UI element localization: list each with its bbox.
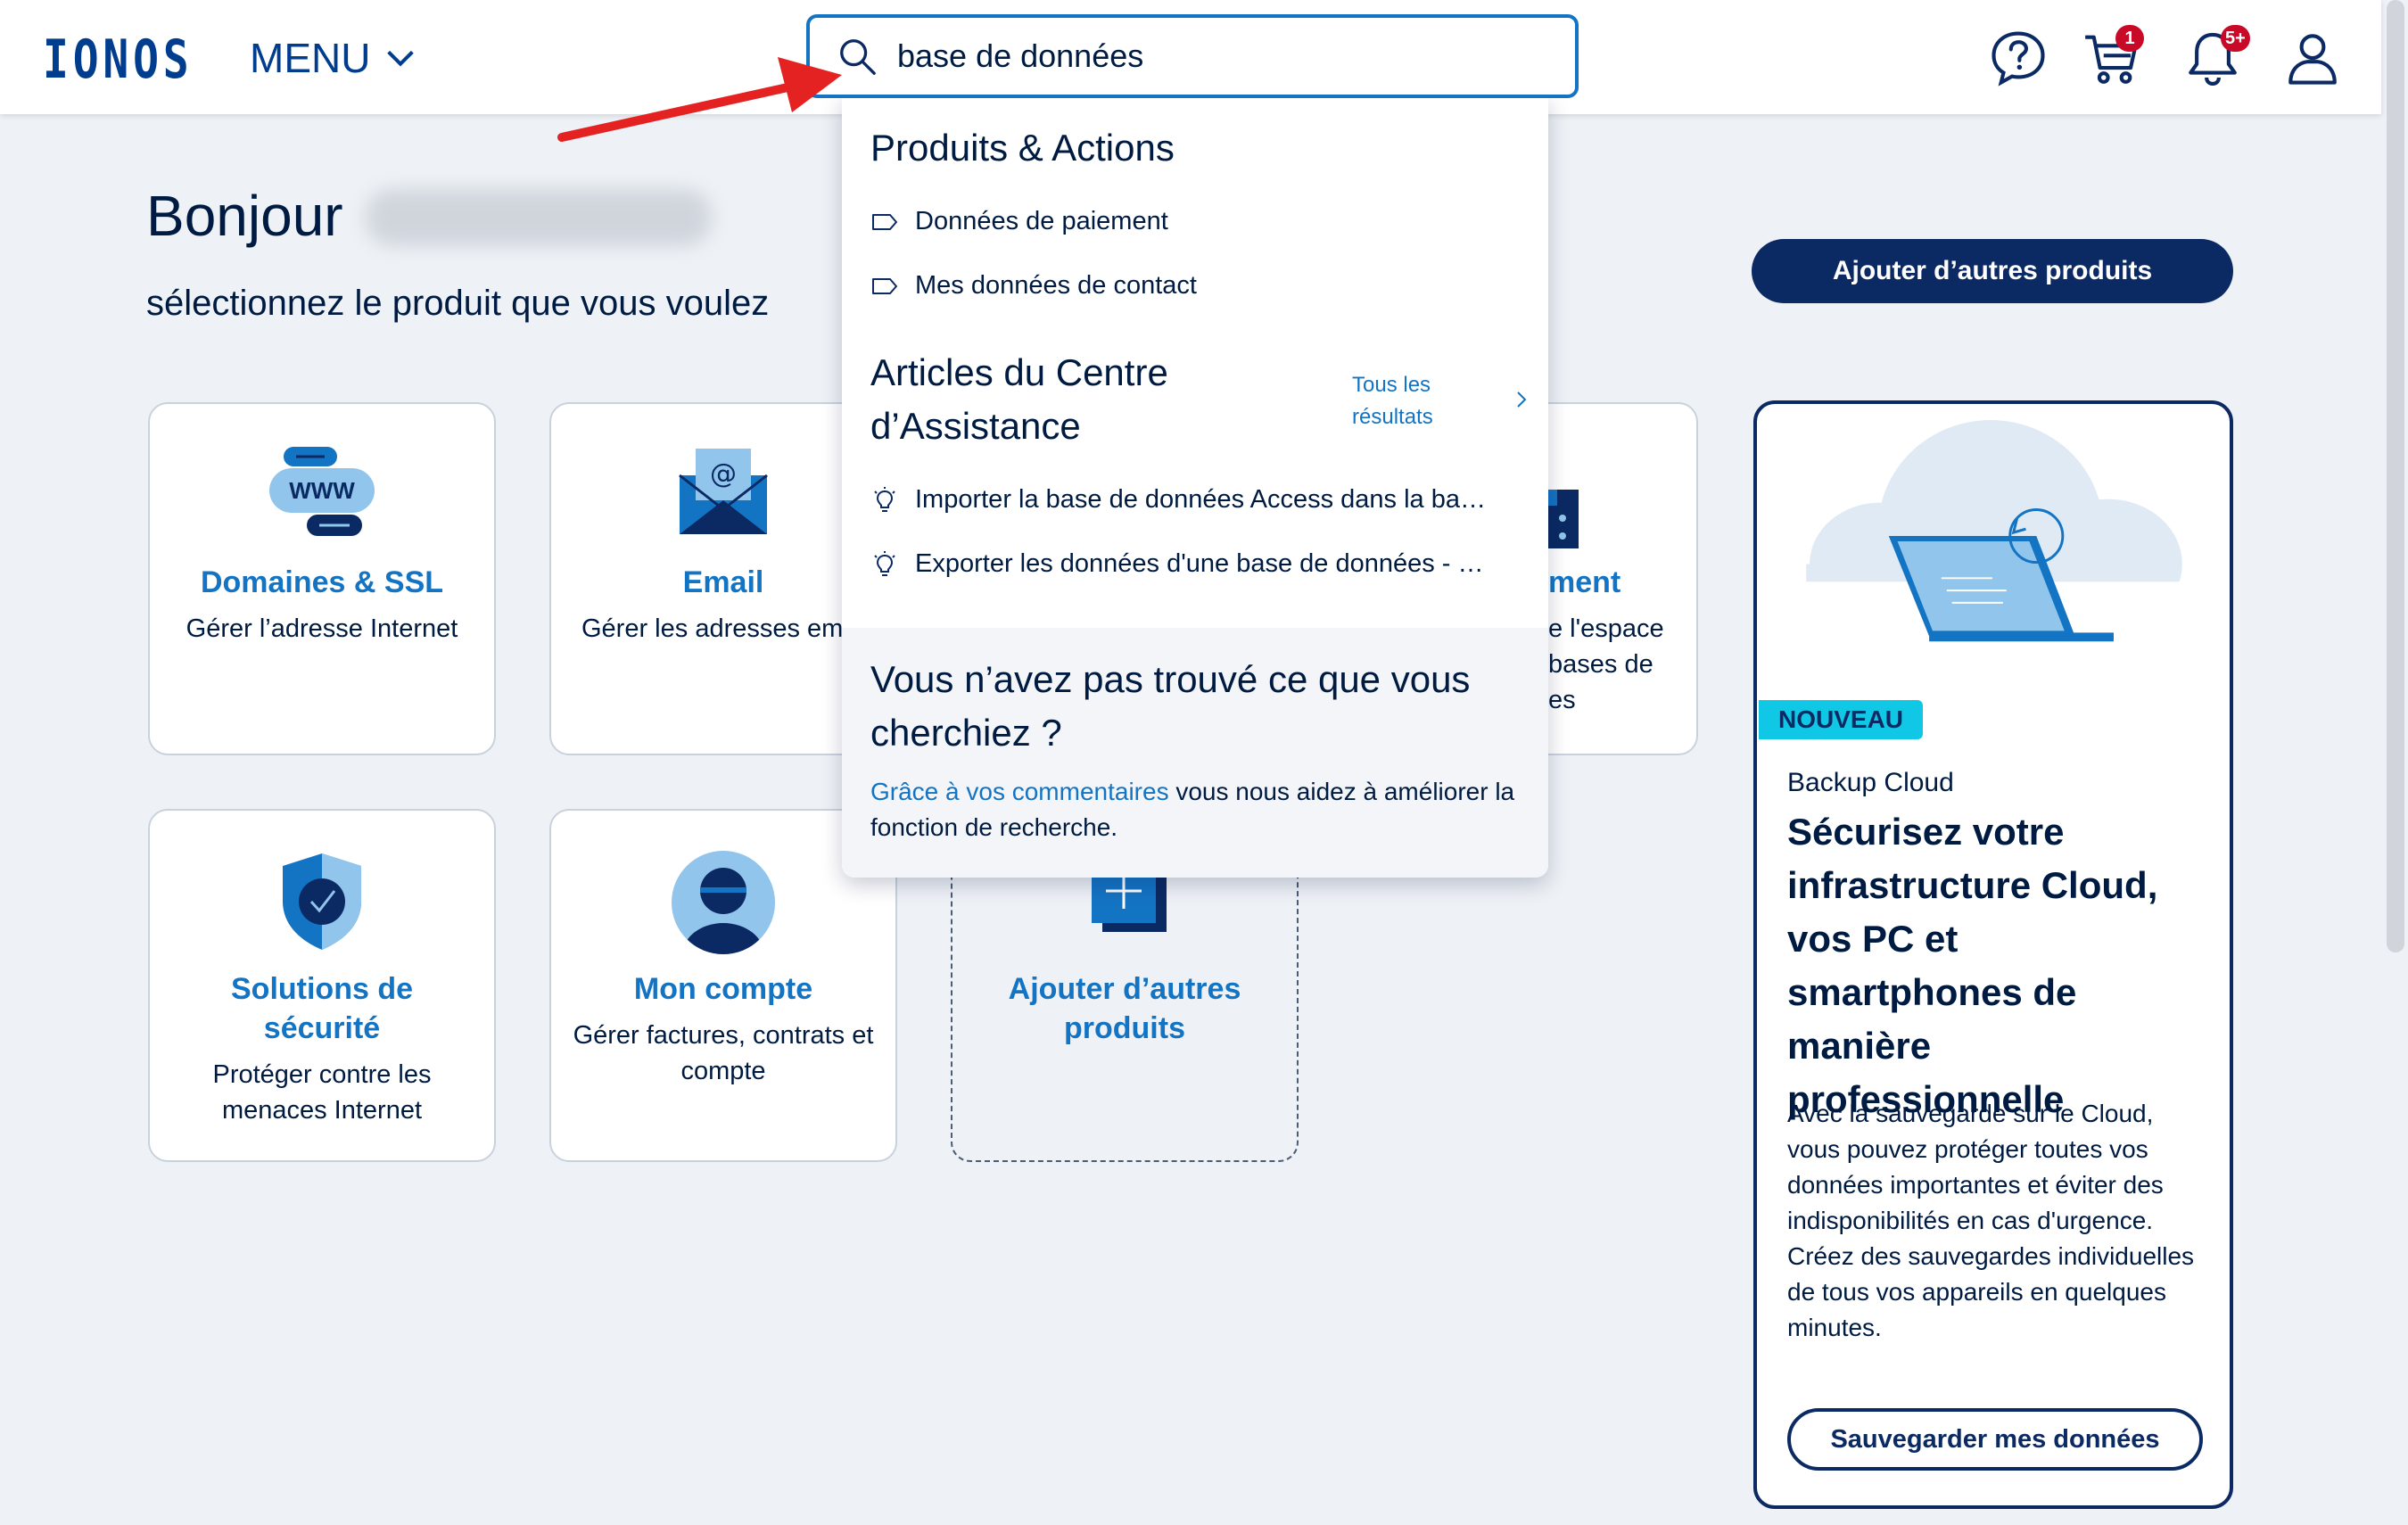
backup-data-button[interactable]: Sauvegarder mes données — [1787, 1408, 2203, 1471]
lightbulb-icon — [874, 550, 895, 576]
help-icon[interactable] — [1989, 29, 2048, 87]
card-description: Protéger contre les menaces Internet — [212, 1060, 432, 1125]
promo-kicker: Backup Cloud — [1787, 768, 1954, 797]
account-icon — [672, 851, 775, 954]
card-title: ment — [1548, 565, 1621, 599]
shield-icon — [283, 853, 361, 950]
add-products-button[interactable]: Ajouter d’autres produits — [1752, 239, 2233, 303]
card-description: Gérer l’adresse Internet — [186, 614, 458, 643]
card-title: Email — [682, 565, 764, 599]
notification-badge: 5+ — [2221, 25, 2250, 52]
www-icon: WWW — [269, 447, 375, 536]
search-value: base de données — [897, 37, 1144, 74]
chevron-right-icon[interactable] — [1511, 389, 1532, 410]
suggestion-label: Données de paiement — [915, 207, 1168, 235]
card-domains-ssl[interactable]: WWW Domaines & SSL Gérer l’adresse Inter… — [148, 402, 496, 755]
suggestion-label: Importer la base de données Access dans … — [915, 485, 1486, 514]
card-security[interactable]: Solutions de sécurité Protéger contre le… — [148, 809, 496, 1162]
card-title: Domaines & SSL — [200, 565, 444, 599]
suggestion-article[interactable]: Importer la base de données Access dans … — [870, 485, 1486, 515]
greeting: Bonjour — [146, 184, 343, 248]
promo-title: Sécurisez votre infrastructure Cloud, vo… — [1787, 811, 2158, 1120]
card-description: Gérer factures, contrats et compte — [573, 1021, 874, 1085]
feedback-section: Vous n’avez pas trouvé ce que vous cherc… — [842, 628, 1548, 878]
chevron-down-icon — [387, 50, 415, 67]
lightbulb-icon — [874, 486, 895, 512]
ionos-logo[interactable]: IONOS — [43, 29, 194, 91]
blurred-username — [366, 189, 712, 246]
search-input[interactable]: base de données — [806, 14, 1579, 98]
new-badge: NOUVEAU — [1759, 700, 1924, 739]
email-icon: @ — [679, 449, 768, 534]
suggestion-action[interactable]: Mes données de contact — [870, 271, 1197, 301]
menu-label: MENU — [250, 35, 371, 81]
feedback-title: Vous n’avez pas trouvé ce que vous cherc… — [870, 658, 1471, 754]
promo-panel: NOUVEAU Backup Cloud Sécurisez votre inf… — [1753, 400, 2233, 1509]
all-results-link[interactable]: Tous les résultats — [1352, 369, 1450, 433]
cloud-backup-illustration — [1757, 419, 2230, 670]
card-description: Gérer les adresses em — [581, 614, 844, 643]
suggestion-article[interactable]: Exporter les données d'une base de donné… — [870, 549, 1484, 579]
feedback-link[interactable]: Grâce à vos commentaires — [870, 778, 1169, 805]
suggestion-label: Mes données de contact — [915, 271, 1197, 300]
suggestion-label: Exporter les données d'une base de donné… — [915, 549, 1484, 578]
feedback-text: Grâce à vos commentaires vous nous aidez… — [870, 774, 1521, 845]
user-icon[interactable] — [2283, 29, 2342, 87]
menu-button[interactable]: MENU — [250, 34, 418, 82]
card-title: Ajouter d’autres produits — [1008, 972, 1241, 1045]
page-scrollbar[interactable] — [2387, 0, 2404, 952]
www-label: WWW — [289, 477, 355, 504]
svg-text:@: @ — [710, 458, 737, 490]
cart-badge: 1 — [2115, 25, 2144, 52]
card-title: Mon compte — [633, 972, 813, 1006]
search-icon — [840, 39, 876, 75]
promo-description: Avec la sauvegarde sur le Cloud, vous po… — [1787, 1100, 2195, 1341]
tag-icon — [872, 213, 897, 230]
card-title: Solutions de sécurité — [231, 972, 413, 1045]
section-title-help-articles: Articles du Centre d’Assistance — [870, 351, 1168, 447]
page-subtitle: sélectionnez le produit que vous voulez — [146, 284, 770, 323]
suggestion-action[interactable]: Données de paiement — [870, 207, 1168, 236]
card-description: e l'espace bases de es — [1548, 614, 1664, 714]
search-suggestions-dropdown: Produits & Actions Données de paiement M… — [842, 96, 1548, 878]
section-title-products-actions: Produits & Actions — [870, 127, 1175, 169]
tag-icon — [872, 277, 897, 294]
